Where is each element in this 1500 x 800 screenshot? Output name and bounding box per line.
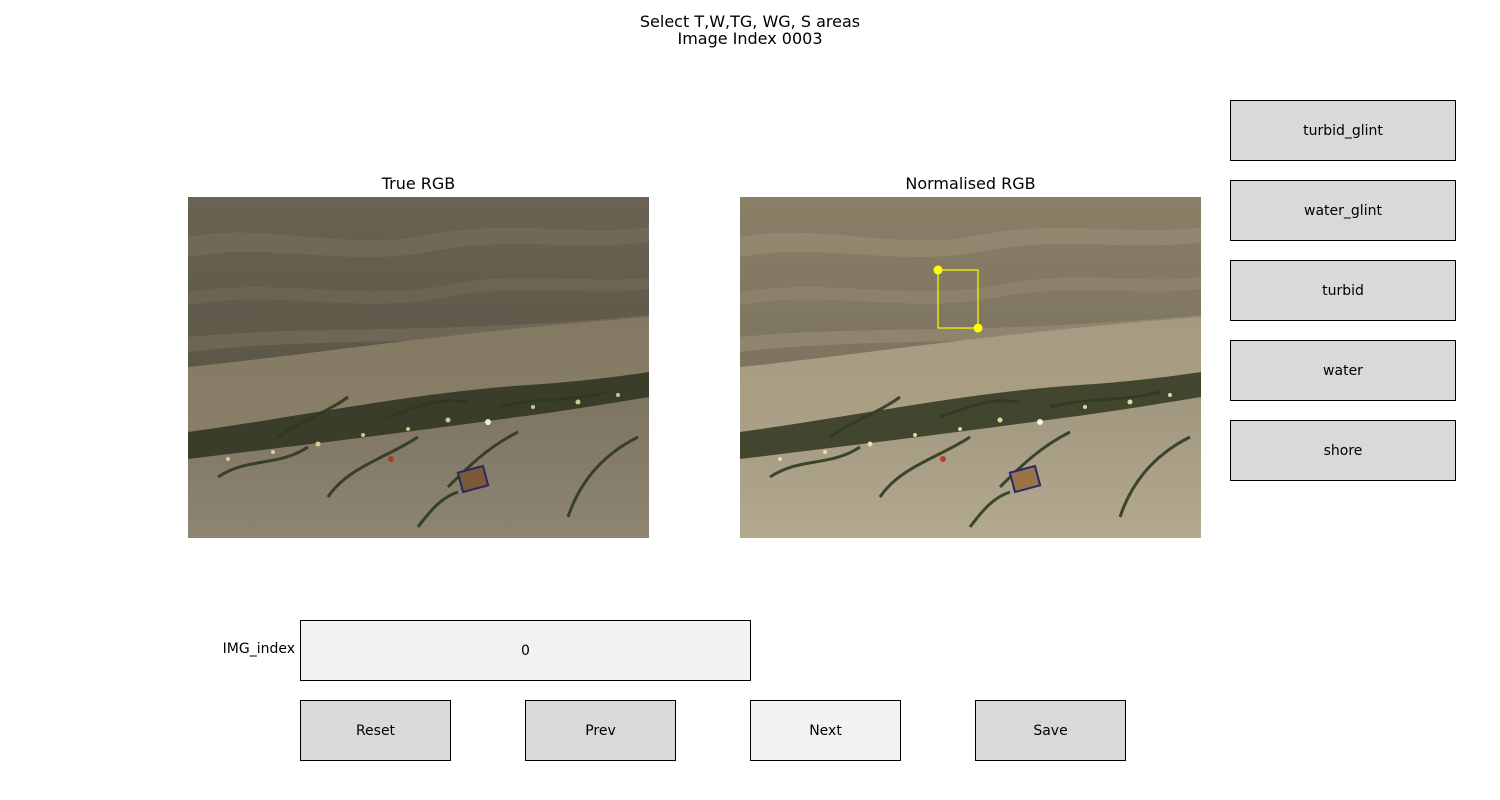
true-rgb-scene — [188, 197, 649, 538]
figure-title: Select T,W,TG, WG, S areas Image Index 0… — [0, 13, 1500, 47]
true-rgb-image[interactable] — [188, 197, 649, 538]
water-glint-button[interactable]: water_glint — [1230, 180, 1456, 241]
shore-button[interactable]: shore — [1230, 420, 1456, 481]
img-index-label: IMG_index — [222, 641, 295, 657]
reset-button[interactable]: Reset — [300, 700, 451, 761]
prev-button[interactable]: Prev — [525, 700, 676, 761]
img-index-input[interactable]: 0 — [300, 620, 751, 681]
water-button[interactable]: water — [1230, 340, 1456, 401]
figure-title-line2: Image Index 0003 — [677, 29, 823, 48]
normalised-rgb-scene — [740, 197, 1201, 538]
turbid-button[interactable]: turbid — [1230, 260, 1456, 321]
figure-title-line1: Select T,W,TG, WG, S areas — [639, 12, 861, 31]
normalised-rgb-title: Normalised RGB — [905, 174, 1036, 193]
next-button[interactable]: Next — [750, 700, 901, 761]
save-button[interactable]: Save — [975, 700, 1126, 761]
img-index-value: 0 — [521, 642, 530, 659]
turbid-glint-button[interactable]: turbid_glint — [1230, 100, 1456, 161]
selection-handle-top-left — [933, 265, 943, 275]
true-rgb-title: True RGB — [381, 174, 456, 193]
normalised-rgb-image[interactable] — [740, 197, 1201, 538]
selection-handle-bottom-right — [973, 323, 983, 333]
